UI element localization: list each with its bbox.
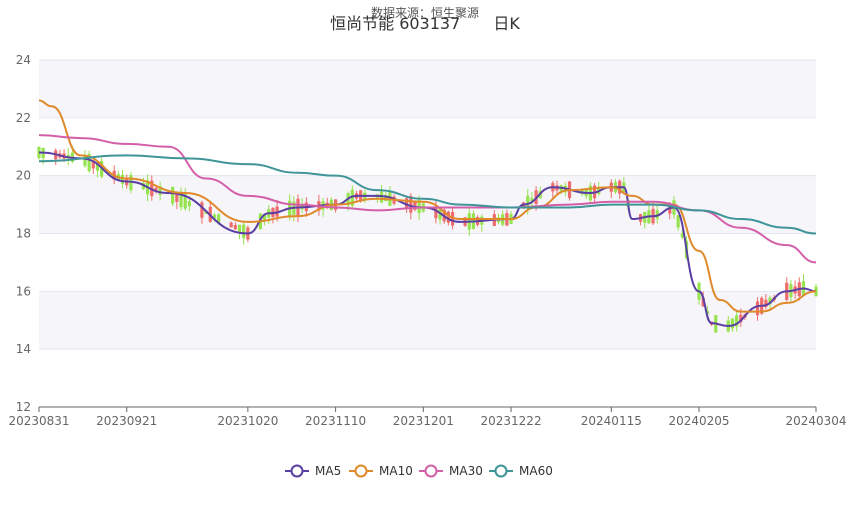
chart-svg: 12 14 16 18 20 22 24 20230831 20230921 20231020 20…: [8, 53, 846, 478]
candle-body: [171, 186, 175, 204]
y-tick-label: 16: [16, 284, 31, 298]
candle-body: [242, 224, 246, 239]
grid-band: [39, 175, 816, 234]
grid-band: [39, 60, 816, 118]
x-tick-label: 20231110: [305, 414, 366, 428]
x-tick-label: 20231020: [217, 414, 278, 428]
legend-swatch-marker: [290, 464, 304, 478]
candle-body: [187, 201, 191, 207]
y-tick-label: 20: [16, 169, 31, 183]
y-tick-label: 22: [16, 111, 31, 125]
x-tick-label: 20230921: [96, 414, 157, 428]
legend-label: MA30: [449, 464, 483, 478]
y-tick-label: 24: [16, 53, 31, 67]
x-tick-label: 20231222: [481, 414, 542, 428]
legend-swatch-marker: [354, 464, 368, 478]
candle-body: [676, 215, 680, 228]
legend-label: MA10: [379, 464, 413, 478]
y-tick-label: 12: [16, 400, 31, 414]
candle-body: [730, 318, 735, 329]
legend-label: MA5: [315, 464, 341, 478]
legend-label: MA60: [519, 464, 553, 478]
x-tick-label: 20230831: [8, 414, 69, 428]
y-tick-label: 14: [16, 342, 31, 356]
x-tick-label: 20240115: [581, 414, 642, 428]
x-tick-label: 20231201: [393, 414, 454, 428]
x-tick-label: 20240205: [668, 414, 729, 428]
legend-swatch-marker: [494, 464, 508, 478]
x-tick-label: 20240304: [785, 414, 846, 428]
candle-body: [229, 222, 233, 228]
y-tick-label: 18: [16, 227, 31, 241]
candle-body: [755, 301, 760, 316]
candle-body: [233, 225, 237, 230]
candle-body: [200, 202, 204, 218]
legend-swatch-marker: [424, 464, 438, 478]
chart-root: 数据来源：恒生聚源 恒尚节能 603137 日K 12 14 16 18 20 22 24 2…: [0, 0, 850, 518]
